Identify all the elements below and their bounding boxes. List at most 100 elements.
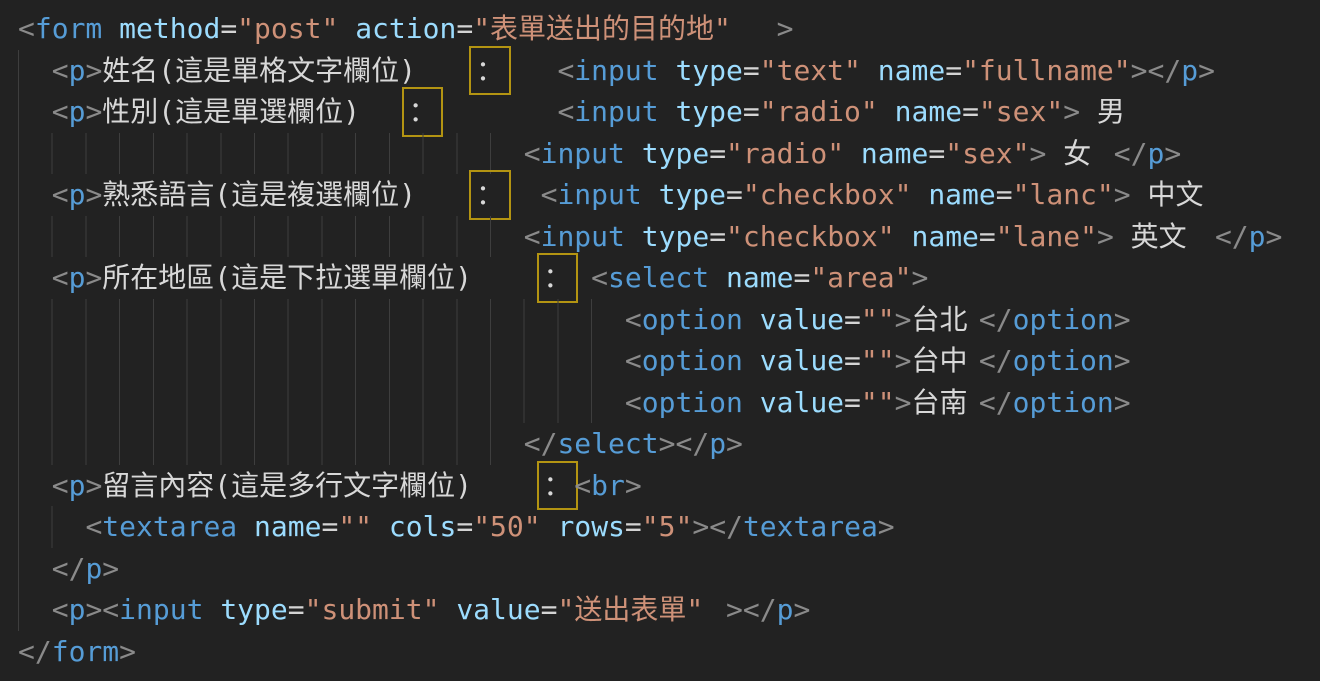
code-token[interactable]: name	[726, 261, 793, 294]
code-token[interactable]: type	[675, 54, 742, 87]
code-token[interactable]	[203, 593, 220, 626]
code-token[interactable]: form	[35, 12, 102, 45]
code-token[interactable]: </	[979, 303, 1013, 336]
code-token[interactable]	[861, 54, 878, 87]
code-token[interactable]: <	[85, 510, 102, 543]
code-token[interactable]	[659, 95, 676, 128]
code-token[interactable]: input	[541, 137, 625, 170]
code-token[interactable]: >	[726, 593, 743, 626]
code-token[interactable]: <	[52, 54, 69, 87]
code-token[interactable]: >	[1030, 137, 1047, 170]
code-token[interactable]: "text"	[760, 54, 861, 87]
code-token[interactable]: "50"	[473, 510, 540, 543]
code-token[interactable]: >	[1114, 303, 1131, 336]
code-token[interactable]: >	[659, 427, 676, 460]
code-token[interactable]: "checkbox"	[726, 220, 895, 253]
code-token[interactable]	[625, 220, 642, 253]
code-token[interactable]: >	[1097, 220, 1114, 253]
code-token[interactable]: >	[85, 95, 102, 128]
code-token[interactable]: 女	[1046, 133, 1113, 175]
code-token[interactable]: <	[625, 303, 642, 336]
code-token[interactable]: </	[675, 427, 709, 460]
code-token[interactable]: p	[69, 593, 86, 626]
code-token[interactable]: <	[52, 178, 69, 211]
code-token[interactable]: "lanc"	[1013, 178, 1114, 211]
code-token[interactable]: option	[642, 386, 743, 419]
code-token[interactable]: </	[18, 635, 52, 668]
code-token[interactable]: =	[743, 95, 760, 128]
code-token[interactable]: <	[18, 12, 35, 45]
code-token[interactable]: 所在地區(這是下拉選單欄位)	[102, 257, 540, 299]
code-token[interactable]: 台北	[911, 299, 978, 341]
code-token[interactable]	[574, 261, 591, 294]
code-token[interactable]: </	[1215, 220, 1249, 253]
code-token[interactable]	[844, 137, 861, 170]
code-token[interactable]: "表單送出的目的地"	[473, 8, 776, 50]
code-token[interactable]: textarea	[102, 510, 237, 543]
code-token[interactable]: rows	[557, 510, 624, 543]
code-token[interactable]: =	[844, 386, 861, 419]
code-token[interactable]: <	[52, 95, 69, 128]
code-token[interactable]: </	[1114, 137, 1148, 170]
code-token[interactable]	[743, 344, 760, 377]
code-line-16[interactable]: </form>	[18, 631, 1320, 673]
code-token[interactable]	[18, 469, 52, 502]
code-token[interactable]: <	[557, 54, 574, 87]
code-token[interactable]: <	[591, 261, 608, 294]
code-token[interactable]: =	[726, 178, 743, 211]
code-token[interactable]: >	[895, 303, 912, 336]
code-token[interactable]: p	[69, 54, 86, 87]
code-token[interactable]: =	[996, 178, 1013, 211]
code-token[interactable]: type	[220, 593, 287, 626]
code-token[interactable]: 留言內容(這是多行文字欄位)	[102, 465, 540, 507]
code-token[interactable]	[18, 427, 524, 460]
code-token[interactable]	[18, 303, 625, 336]
code-token[interactable]: ""	[861, 303, 895, 336]
code-token[interactable]: action	[355, 12, 456, 45]
code-line-6[interactable]: <input type="checkbox" name="lane"> 英文 <…	[18, 216, 1320, 258]
code-token[interactable]: =	[456, 510, 473, 543]
code-token[interactable]: >	[102, 552, 119, 585]
code-token[interactable]: <	[102, 593, 119, 626]
code-token[interactable]	[878, 95, 895, 128]
code-token[interactable]	[541, 510, 558, 543]
code-line-9[interactable]: <option value="">台中</option>	[18, 340, 1320, 382]
code-line-10[interactable]: <option value="">台南</option>	[18, 382, 1320, 424]
code-line-11[interactable]: </select></p>	[18, 423, 1320, 465]
code-token[interactable]: >	[726, 427, 743, 460]
code-token[interactable]: =	[220, 12, 237, 45]
code-token[interactable]: ""	[861, 386, 895, 419]
code-token[interactable]: name	[254, 510, 321, 543]
code-token[interactable]: </	[979, 386, 1013, 419]
code-token[interactable]: >	[1198, 54, 1215, 87]
code-line-2[interactable]: <p>姓名(這是單格文字欄位)： <input type="text" name…	[18, 50, 1320, 92]
code-token[interactable]: >	[85, 178, 102, 211]
code-token[interactable]: 熟悉語言(這是複選欄位)	[102, 174, 473, 216]
code-token[interactable]: 台南	[911, 382, 978, 424]
code-token[interactable]: >	[1131, 54, 1148, 87]
code-token[interactable]: value	[760, 386, 844, 419]
code-token[interactable]: type	[659, 178, 726, 211]
code-token[interactable]: cols	[389, 510, 456, 543]
code-token[interactable]: =	[844, 303, 861, 336]
code-token[interactable]: ""	[861, 344, 895, 377]
code-token[interactable]	[659, 54, 676, 87]
code-token[interactable]: select	[608, 261, 709, 294]
code-token[interactable]	[18, 178, 52, 211]
code-token[interactable]: >	[1114, 344, 1131, 377]
code-token[interactable]: <	[524, 137, 541, 170]
code-line-12[interactable]: <p>留言內容(這是多行文字欄位)：<br>	[18, 465, 1320, 507]
code-token[interactable]: >	[1114, 386, 1131, 419]
code-token[interactable]	[18, 95, 52, 128]
search-match-highlight[interactable]: ：	[406, 91, 440, 133]
code-token[interactable]: input	[574, 95, 658, 128]
code-token[interactable]: <	[52, 469, 69, 502]
code-token[interactable]: "sex"	[979, 95, 1063, 128]
code-line-15[interactable]: <p><input type="submit" value="送出表單"></p…	[18, 589, 1320, 631]
code-token[interactable]: =	[945, 54, 962, 87]
code-token[interactable]: 台中	[911, 340, 978, 382]
code-token[interactable]: >	[625, 469, 642, 502]
code-token[interactable]: >	[895, 386, 912, 419]
code-token[interactable]	[18, 220, 524, 253]
code-token[interactable]: >	[85, 261, 102, 294]
